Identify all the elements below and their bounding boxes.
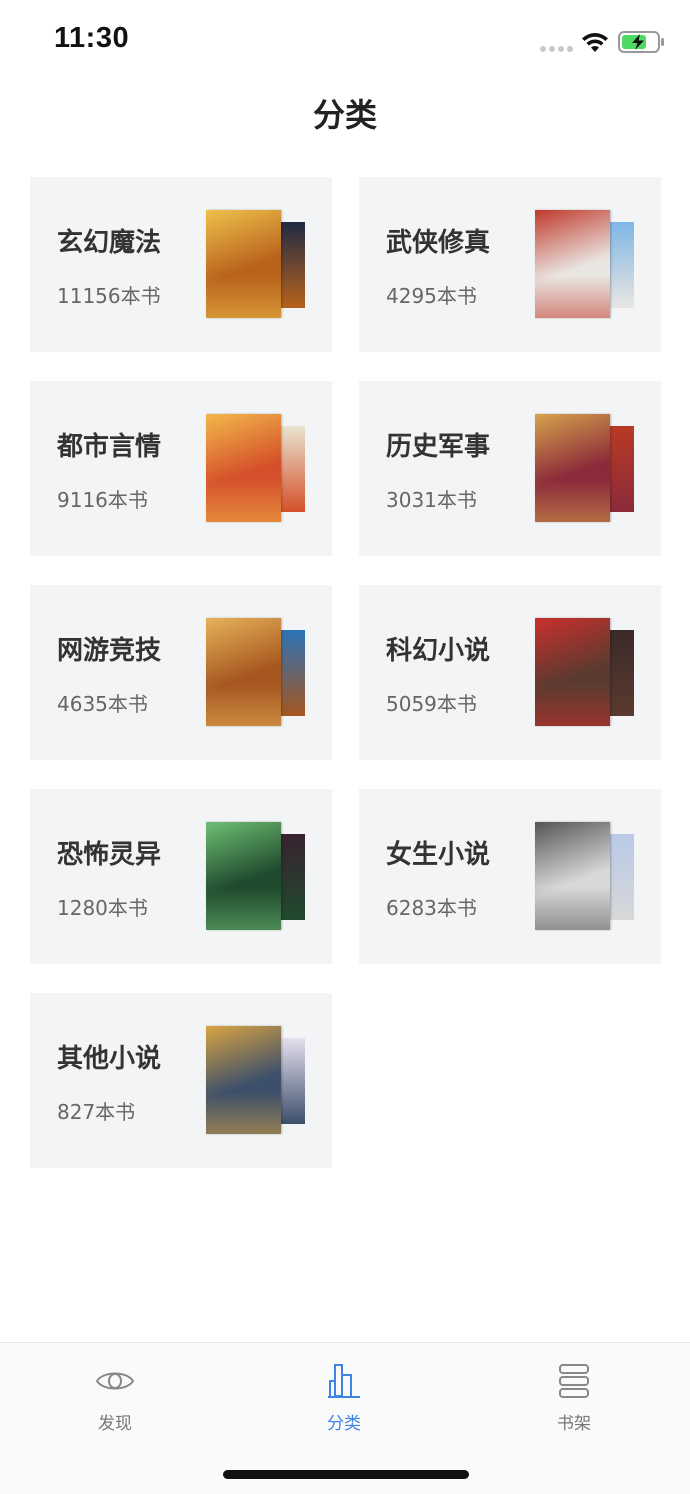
cellular-signal-icon xyxy=(540,46,574,52)
category-book-count: 4295本书 xyxy=(386,284,477,308)
book-cover-front xyxy=(206,1026,281,1134)
category-book-count: 3031本书 xyxy=(386,488,477,512)
category-name: 女生小说 xyxy=(386,840,491,870)
tab-label: 分类 xyxy=(327,1414,361,1434)
category-book-count: 827本书 xyxy=(57,1100,136,1124)
wifi-icon xyxy=(582,33,608,52)
tab-label: 发现 xyxy=(98,1414,132,1434)
book-cover-back xyxy=(278,630,305,716)
category-name: 恐怖灵异 xyxy=(57,840,162,870)
category-book-count: 5059本书 xyxy=(386,692,477,716)
category-card-dushi[interactable]: 都市言情 9116本书 xyxy=(30,381,332,556)
category-card-nvsheng[interactable]: 女生小说 6283本书 xyxy=(359,789,661,964)
status-bar: 11:30 xyxy=(0,0,690,88)
book-cover-front xyxy=(535,210,610,318)
book-cover-back xyxy=(607,834,634,920)
category-card-kehuan[interactable]: 科幻小说 5059本书 xyxy=(359,585,661,760)
book-cover-front xyxy=(535,822,610,930)
category-name: 都市言情 xyxy=(57,432,162,462)
tab-discover[interactable]: 发现 xyxy=(55,1357,175,1437)
book-cover-front xyxy=(535,618,610,726)
category-card-wuxia[interactable]: 武侠修真 4295本书 xyxy=(359,177,661,352)
category-book-count: 4635本书 xyxy=(57,692,148,716)
status-time: 11:30 xyxy=(54,22,130,54)
category-name: 武侠修真 xyxy=(386,228,491,258)
book-cover-back xyxy=(278,834,305,920)
book-cover-front xyxy=(206,618,281,726)
category-chart-icon xyxy=(328,1364,360,1398)
category-card-xuanhuan[interactable]: 玄幻魔法 11156本书 xyxy=(30,177,332,352)
category-card-kongbu[interactable]: 恐怖灵异 1280本书 xyxy=(30,789,332,964)
book-cover-front xyxy=(206,210,281,318)
category-card-lishi[interactable]: 历史军事 3031本书 xyxy=(359,381,661,556)
book-cover-back xyxy=(278,222,305,308)
bookshelf-icon xyxy=(559,1364,589,1398)
category-card-qita[interactable]: 其他小说 827本书 xyxy=(30,993,332,1168)
page-title: 分类 xyxy=(312,96,377,134)
book-cover-front xyxy=(206,822,281,930)
book-cover-back xyxy=(607,222,634,308)
category-book-count: 6283本书 xyxy=(386,896,477,920)
eye-icon xyxy=(95,1372,135,1390)
tab-category[interactable]: 分类 xyxy=(284,1357,404,1437)
book-cover-back xyxy=(278,426,305,512)
book-cover-back xyxy=(607,630,634,716)
battery-charging-icon xyxy=(618,31,664,53)
category-book-count: 1280本书 xyxy=(57,896,148,920)
category-name: 历史军事 xyxy=(386,432,491,462)
book-cover-back xyxy=(607,426,634,512)
book-cover-front xyxy=(206,414,281,522)
book-cover-back xyxy=(278,1038,305,1124)
category-name: 科幻小说 xyxy=(386,636,491,666)
book-cover-front xyxy=(535,414,610,522)
category-name: 网游竞技 xyxy=(57,636,162,666)
category-name: 其他小说 xyxy=(57,1044,162,1074)
category-book-count: 11156本书 xyxy=(57,284,161,308)
tab-bookshelf[interactable]: 书架 xyxy=(514,1357,634,1437)
tab-label: 书架 xyxy=(557,1414,591,1434)
category-book-count: 9116本书 xyxy=(57,488,148,512)
category-card-wangyou[interactable]: 网游竞技 4635本书 xyxy=(30,585,332,760)
home-indicator[interactable] xyxy=(223,1470,469,1479)
category-name: 玄幻魔法 xyxy=(57,228,162,258)
